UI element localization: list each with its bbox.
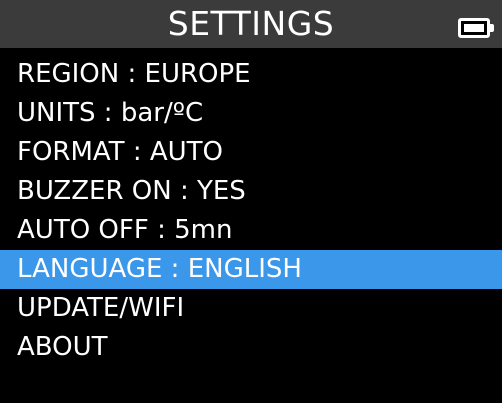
battery-level <box>464 24 484 32</box>
menu-item-buzzer[interactable]: BUZZER ON : YES <box>0 172 502 211</box>
settings-menu: REGION : EUROPE UNITS : bar/ºC FORMAT : … <box>0 55 502 367</box>
menu-item-update-wifi[interactable]: UPDATE/WIFI <box>0 289 502 328</box>
menu-item-language[interactable]: LANGUAGE : ENGLISH <box>0 250 502 289</box>
battery-icon <box>458 18 490 38</box>
menu-item-region[interactable]: REGION : EUROPE <box>0 55 502 94</box>
device-screen: SETTINGS REGION : EUROPE UNITS : bar/ºC … <box>0 0 502 403</box>
page-title: SETTINGS <box>167 4 335 43</box>
menu-item-auto-off[interactable]: AUTO OFF : 5mn <box>0 211 502 250</box>
menu-item-format[interactable]: FORMAT : AUTO <box>0 133 502 172</box>
menu-item-about[interactable]: ABOUT <box>0 328 502 367</box>
title-bar: SETTINGS <box>0 0 502 48</box>
battery-tip-icon <box>490 24 494 32</box>
menu-item-units[interactable]: UNITS : bar/ºC <box>0 94 502 133</box>
